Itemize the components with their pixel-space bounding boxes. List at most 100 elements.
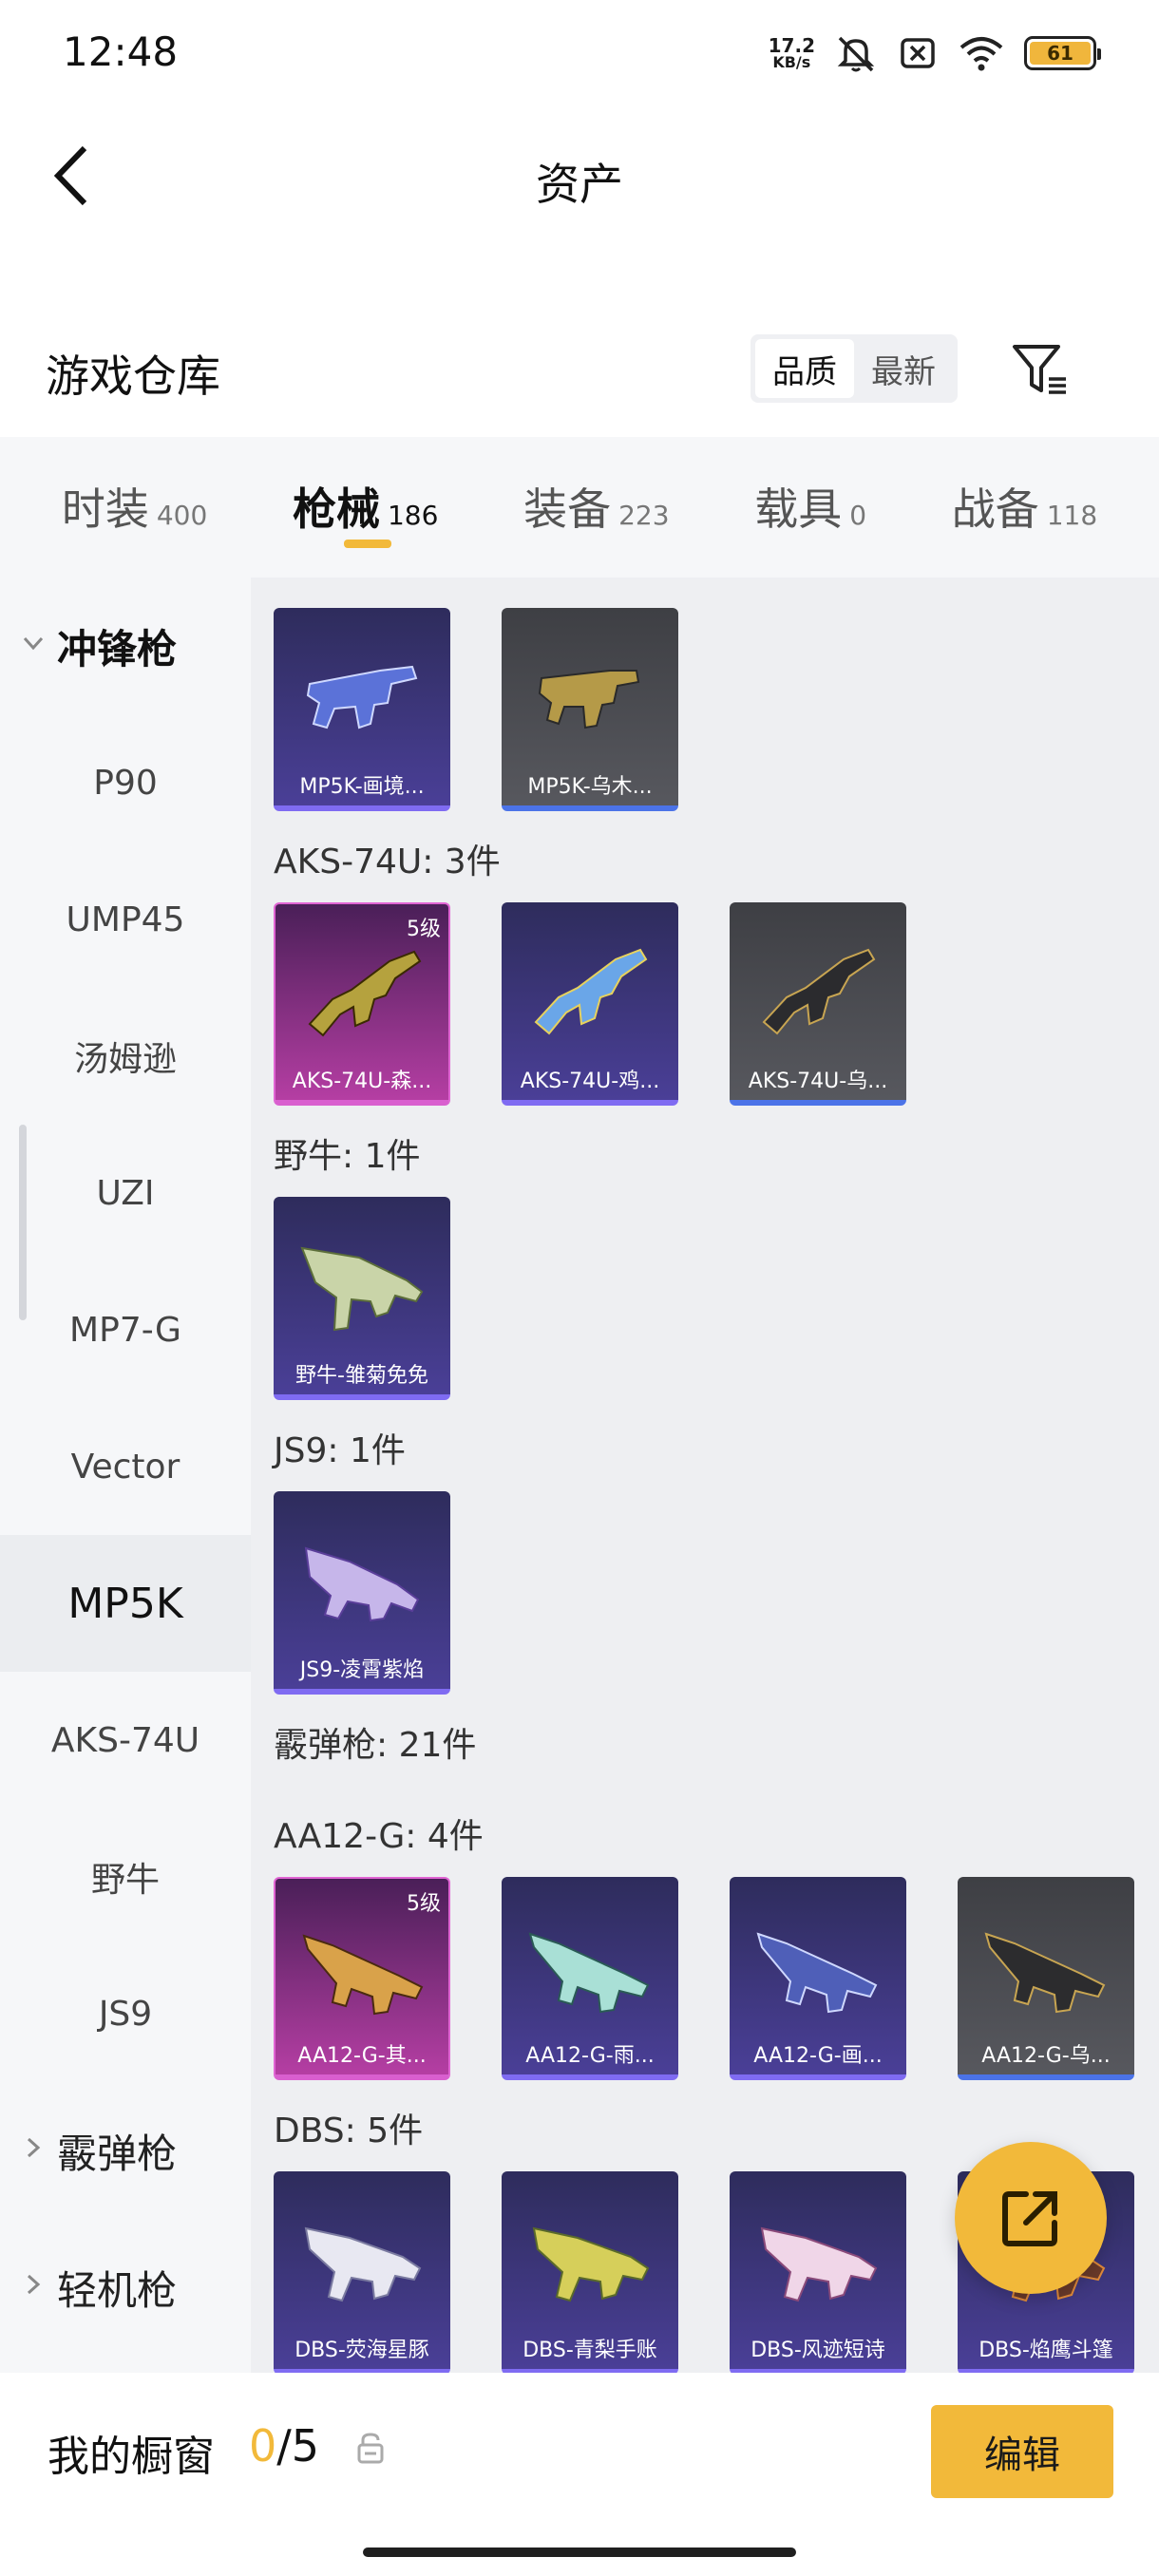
weapon-level-badge: 5级 — [407, 918, 441, 941]
weapon-group-label: DBS: 5件 — [274, 2112, 424, 2150]
sort-quality-option[interactable]: 品质 — [755, 339, 854, 398]
weapon-skin-image — [760, 2226, 878, 2302]
status-time: 12:48 — [63, 28, 179, 75]
weapon-card[interactable]: DBS-风迹短诗 — [730, 2171, 906, 2373]
sidebar-group-label: 冲锋枪 — [57, 625, 178, 672]
tab-label: 战备 — [951, 483, 1039, 535]
weapon-card[interactable]: 5级 AKS-74U-森... — [274, 902, 450, 1106]
weapon-skin-image — [984, 1932, 1106, 2014]
sort-newest-option[interactable]: 最新 — [854, 339, 953, 398]
weapon-card-label: AKS-74U-乌... — [748, 1070, 888, 1093]
tab-equipment[interactable]: 装备 223 — [523, 437, 669, 578]
weapon-card[interactable]: JS9-凌霄紫焰 — [274, 1491, 450, 1695]
sidebar-item-uzi[interactable]: UZI — [0, 1125, 251, 1261]
showcase-label: 我的橱窗 — [48, 2433, 215, 2481]
weapon-card[interactable]: DBS-青梨手账 — [502, 2171, 678, 2373]
tab-fashion[interactable]: 时装 400 — [62, 437, 207, 578]
edit-button[interactable]: 编辑 — [931, 2405, 1113, 2498]
weapon-group-label: 野牛: 1件 — [274, 1137, 421, 1176]
weapon-card[interactable]: 5级 AA12-G-其... — [274, 1877, 450, 2080]
battery-level: 61 — [1030, 42, 1091, 65]
showcase-count: 0/5 — [249, 2420, 319, 2472]
tab-label: 时装 — [61, 483, 149, 535]
weapon-grid[interactable]: MP5K-画境... MP5K-乌木... AKS-74U: 3件 5级 AKS… — [251, 578, 1159, 2373]
sidebar-group-lmg[interactable]: 轻机枪 — [0, 2219, 251, 2356]
sidebar-item-mp5k[interactable]: MP5K — [0, 1535, 251, 1672]
weapon-card[interactable]: AKS-74U-鸡... — [502, 902, 678, 1106]
sort-toggle: 品质 最新 — [750, 334, 958, 403]
weapon-card-label: AA12-G-雨... — [525, 2044, 655, 2068]
sidebar-item-p90[interactable]: P90 — [0, 714, 251, 851]
net-speed: 17.2 KB/s — [769, 36, 815, 70]
tab-count: 223 — [618, 500, 670, 531]
weapon-card[interactable]: AA12-G-画... — [730, 1877, 906, 2080]
weapon-skin-image — [308, 950, 422, 1037]
sidebar-scrollbar[interactable] — [19, 1125, 27, 1320]
sidebar-group-smg[interactable]: 冲锋枪 — [0, 578, 251, 714]
sidebar-item-ump45[interactable]: UMP45 — [0, 851, 251, 988]
sidebar-item-vector[interactable]: Vector — [0, 1398, 251, 1535]
sidebar-item-bizon[interactable]: 野牛 — [0, 1809, 251, 1945]
chevron-right-icon — [27, 2137, 41, 2158]
app-header: 资产 — [0, 114, 1159, 237]
tab-vehicles[interactable]: 载具 0 — [754, 437, 866, 578]
weapon-card[interactable]: AA12-G-雨... — [502, 1877, 678, 2080]
weapon-level-badge: 5级 — [407, 1892, 441, 1916]
sidebar-group-shotgun[interactable]: 霰弹枪 — [0, 2082, 251, 2219]
weapon-skin-image — [304, 2226, 422, 2302]
tab-battle-gear[interactable]: 战备 118 — [952, 437, 1097, 578]
home-indicator[interactable] — [363, 2548, 796, 2557]
weapon-skin-image — [756, 1932, 878, 2014]
weapon-skin-image — [304, 1546, 420, 1622]
tab-count: 186 — [387, 500, 439, 531]
weapon-skin-image — [762, 948, 876, 1035]
weapon-card-label: MP5K-画境... — [299, 775, 425, 799]
wifi-icon — [960, 37, 1003, 71]
filter-icon — [1013, 345, 1066, 394]
tab-count: 0 — [849, 500, 867, 531]
warehouse-title: 游戏仓库 — [46, 350, 220, 402]
chevron-down-icon — [23, 636, 44, 651]
mute-bell-icon — [837, 36, 875, 72]
sidebar-group-label: 轻机枪 — [57, 2266, 178, 2314]
sidebar-item-thompson[interactable]: 汤姆逊 — [0, 988, 251, 1125]
weapon-group-label: 霰弹枪: 21件 — [274, 1726, 477, 1765]
tab-label: 枪械 — [292, 483, 380, 535]
tab-guns[interactable]: 枪械 186 — [293, 437, 438, 578]
sidebar-item-mp7g[interactable]: MP7-G — [0, 1261, 251, 1398]
sidebar-group-label: 霰弹枪 — [57, 2130, 178, 2177]
weapon-card-label: DBS-青梨手账 — [522, 2339, 657, 2362]
weapon-card[interactable]: MP5K-乌木... — [502, 608, 678, 811]
weapon-card-label: AA12-G-乌... — [981, 2044, 1111, 2068]
battery-icon: 61 — [1024, 36, 1101, 70]
tab-count: 400 — [156, 500, 208, 531]
weapon-card-label: JS9-凌霄紫焰 — [299, 1658, 425, 1682]
weapon-card-label: MP5K-乌木... — [527, 775, 653, 799]
net-speed-unit: KB/s — [772, 53, 811, 71]
weapon-card[interactable]: AKS-74U-乌... — [730, 902, 906, 1106]
filter-button[interactable] — [1007, 336, 1074, 403]
weapon-card-label: DBS-荧海星豚 — [294, 2339, 429, 2362]
weapon-skin-image — [300, 1246, 424, 1332]
sidebar-item-aks74u[interactable]: AKS-74U — [0, 1672, 251, 1809]
weapon-card[interactable]: 野牛-雏菊免免 — [274, 1197, 450, 1400]
share-button[interactable] — [955, 2142, 1107, 2294]
showcase-bar: 我的橱窗 0/5 编辑 — [0, 2373, 1159, 2576]
weapon-card[interactable]: DBS-荧海星豚 — [274, 2171, 450, 2373]
sidebar-item-js9[interactable]: JS9 — [0, 1945, 251, 2082]
weapon-skin-image — [528, 1932, 650, 2014]
weapon-sidebar[interactable]: 冲锋枪 P90 UMP45 汤姆逊 UZI MP7-G Vector MP5K … — [0, 578, 251, 2373]
weapon-skin-image — [538, 670, 640, 729]
weapon-skin-image — [302, 1934, 424, 2016]
weapon-card[interactable]: MP5K-画境... — [274, 608, 450, 811]
weapon-card[interactable]: AA12-G-乌... — [958, 1877, 1134, 2080]
tab-label: 载具 — [754, 483, 843, 535]
weapon-card-label: AKS-74U-鸡... — [520, 1070, 660, 1093]
status-bar: 12:48 17.2 KB/s 61 — [0, 0, 1159, 114]
weapon-group-label: AA12-G: 4件 — [274, 1817, 484, 1856]
weapon-card-label: AKS-74U-森... — [292, 1070, 432, 1093]
weapon-card-label: AA12-G-画... — [753, 2044, 883, 2068]
share-icon — [1002, 2191, 1057, 2246]
category-tabs: 时装 400 枪械 186 装备 223 载具 0 战备 118 — [0, 437, 1159, 578]
weapon-card-label: AA12-G-其... — [297, 2044, 427, 2068]
